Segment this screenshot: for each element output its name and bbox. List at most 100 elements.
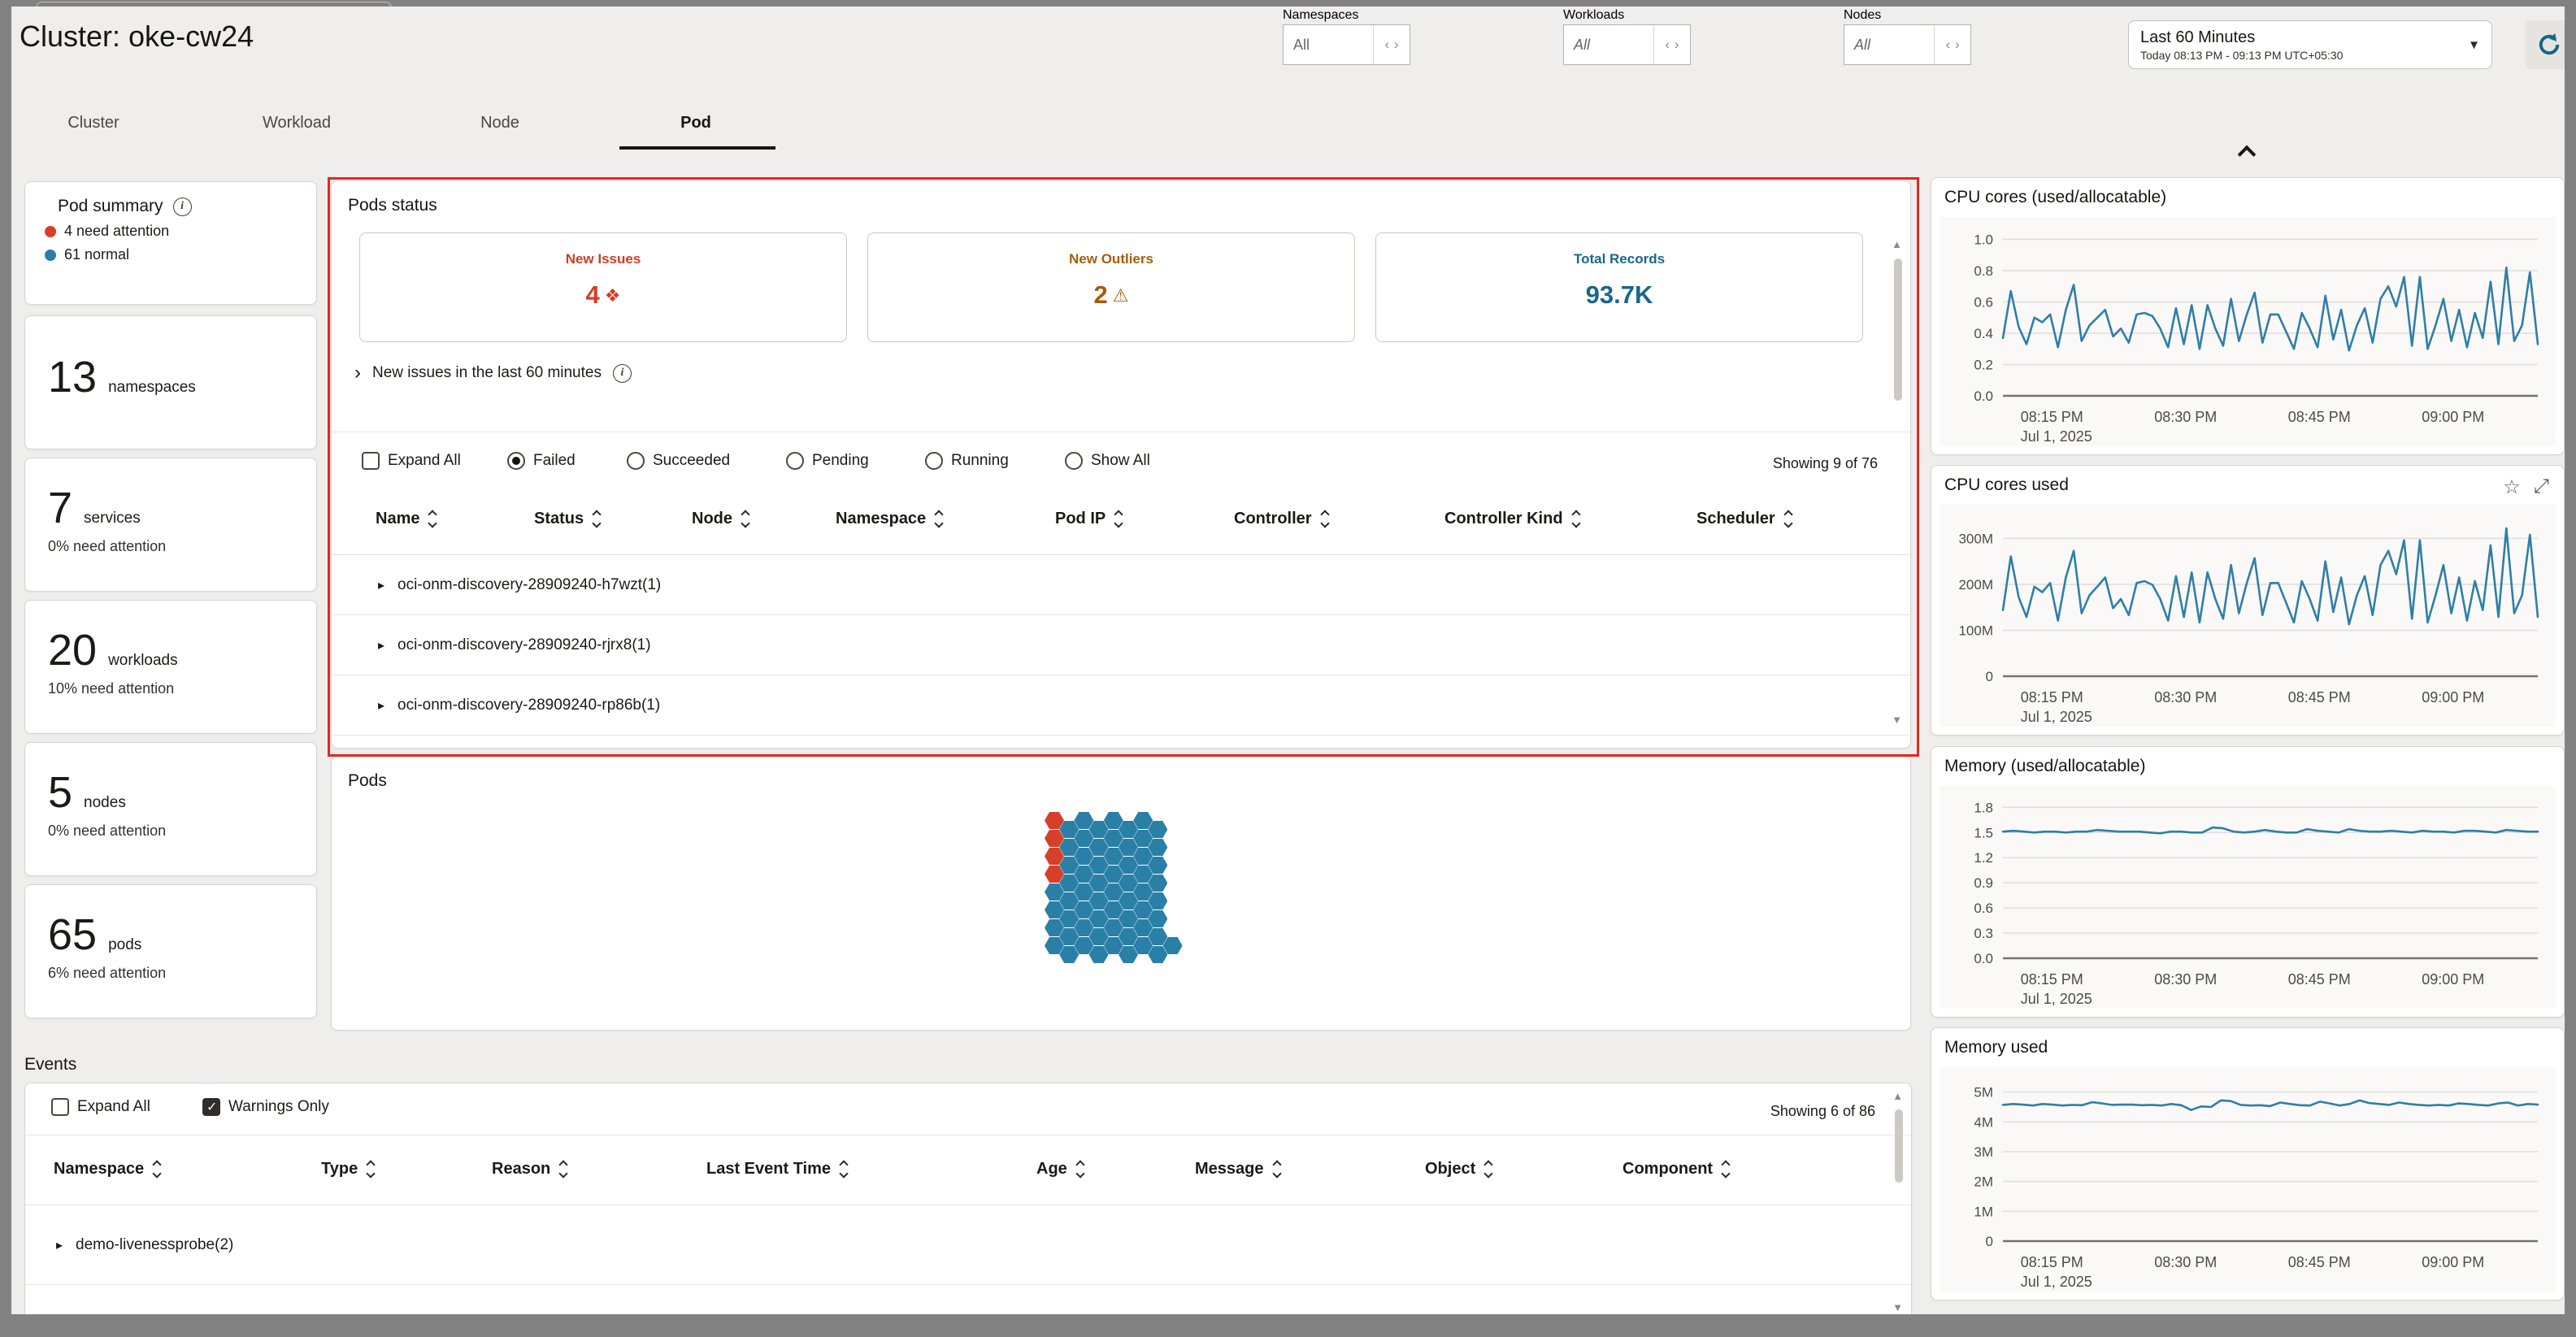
svg-text:0.6: 0.6 [1974,901,1993,916]
sort-icon [367,1161,374,1177]
radio-pending[interactable]: Pending [786,452,869,470]
radio-succeeded[interactable]: Succeeded [627,452,730,470]
col-node[interactable]: Node [692,510,749,528]
expand-caret-icon[interactable]: ▸ [56,1237,63,1253]
col-controller-kind[interactable]: Controller Kind [1444,510,1579,528]
pod-row-name: oci-onm-discovery-28909240-rjrx8(1) [397,636,651,654]
col-name[interactable]: Name [376,510,436,528]
pod-row[interactable]: ▸ oci-onm-discovery-28909240-rp86b(1) [332,675,1910,736]
workloads-filter-spinner[interactable]: ‹› [1653,25,1690,64]
pods-showing-count: Showing 9 of 76 [1773,455,1878,472]
nodes-count-card[interactable]: 5 nodes 0% need attention [24,742,317,876]
pods-honeycomb[interactable] [1045,812,1184,975]
scroll-up-icon[interactable]: ▲ [1892,1090,1903,1102]
new-issues-tile[interactable]: New Issues 4❖ [359,232,847,342]
chevron-left-icon[interactable]: ‹ [1665,37,1670,53]
new-issues-disclosure[interactable]: › New issues in the last 60 minutes i [354,362,632,384]
pod-row[interactable]: ▸ oci-onm-discovery-28909240-h7wzt(1) [332,555,1910,615]
col-type[interactable]: Type [321,1160,374,1179]
events-expand-all-checkbox[interactable]: Expand All [51,1098,150,1116]
namespaces-filter-value: All [1284,37,1373,54]
services-count-card[interactable]: 7 services 0% need attention [24,458,317,592]
nodes-filter[interactable]: All ‹› [1844,24,1971,65]
pod-summary-card[interactable]: Pod summary i 4 need attention 61 normal [24,181,317,305]
chevron-left-icon[interactable]: ‹ [1945,37,1950,53]
expand-chart-icon[interactable]: ⤢ [2534,475,2549,499]
info-icon[interactable]: i [613,364,632,383]
workloads-attention-sub: 10% need attention [48,680,316,697]
time-range-selector[interactable]: Last 60 Minutes Today 08:13 PM - 09:13 P… [2128,20,2492,69]
expand-all-checkbox[interactable]: Expand All [362,452,461,470]
col-status[interactable]: Status [534,510,600,528]
svg-text:08:45 PM: 08:45 PM [2288,971,2351,988]
new-outliers-tile[interactable]: New Outliers 2⚠ [867,232,1355,342]
warnings-only-checkbox[interactable]: Warnings Only [202,1098,329,1116]
tab-node[interactable]: Node [480,114,519,132]
col-pod-ip[interactable]: Pod IP [1055,510,1122,528]
chevron-left-icon[interactable]: ‹ [1384,37,1389,53]
sort-icon [429,511,436,527]
col-reason[interactable]: Reason [492,1160,567,1179]
tab-pod[interactable]: Pod [680,114,711,132]
page-title: Cluster: oke-cw24 [20,20,254,54]
scroll-down-icon[interactable]: ▼ [1892,1301,1903,1313]
pods-attention-sub: 6% need attention [48,965,316,982]
cpu-cores-used-chart: 300M200M100M008:15 PM08:30 PM08:45 PM09:… [1940,505,2556,727]
tab-workload[interactable]: Workload [263,114,331,132]
scrollbar-thumb[interactable] [1895,1109,1903,1183]
workloads-count-label: workloads [108,652,178,670]
col-namespace[interactable]: Namespace [836,510,942,528]
legend-item-normal: 61 normal [45,246,316,263]
event-row[interactable]: ▸ demo-scheduling(2) [25,1285,1911,1314]
total-records-tile[interactable]: Total Records 93.7K [1375,232,1863,342]
scroll-down-icon[interactable]: ▼ [1892,714,1902,726]
col-scheduler[interactable]: Scheduler [1696,510,1792,528]
pod-row[interactable]: ▸ oci-onm-discovery-28909240-rjrx8(1) [332,615,1910,675]
nodes-filter-value: All [1844,37,1934,54]
disclosure-label: New issues in the last 60 minutes [372,364,602,382]
col-message[interactable]: Message [1195,1160,1280,1179]
svg-text:08:15 PM: 08:15 PM [2021,409,2083,425]
app-window: Cluster: oke-cw24 Namespaces All ‹› Work… [11,7,2565,1314]
events-title: Events [24,1055,76,1074]
refresh-button[interactable] [2525,20,2565,69]
col-controller[interactable]: Controller [1234,510,1328,528]
events-table-header: Namespace Type Reason Last Event Time Ag… [25,1135,1911,1205]
col-age[interactable]: Age [1036,1160,1084,1179]
scrollbar-thumb[interactable] [1894,258,1902,401]
pods-count-card[interactable]: 65 pods 6% need attention [24,884,317,1018]
svg-text:0.2: 0.2 [1974,358,1993,373]
col-namespace[interactable]: Namespace [54,1160,160,1179]
expand-caret-icon[interactable]: ▸ [378,637,384,653]
col-object[interactable]: Object [1425,1160,1492,1179]
radio-running[interactable]: Running [925,452,1009,470]
chevron-right-icon[interactable]: › [1955,37,1960,53]
expand-caret-icon[interactable]: ▸ [378,577,384,593]
event-row[interactable]: ▸ demo-livenessprobe(2) [25,1205,1911,1285]
expand-caret-icon[interactable]: ▸ [378,697,384,714]
workloads-filter[interactable]: All ‹› [1563,24,1691,65]
tab-cluster[interactable]: Cluster [67,114,119,132]
radio-show-all[interactable]: Show All [1065,452,1150,470]
namespaces-count-card[interactable]: 13 namespaces [24,315,317,449]
chevron-right-icon[interactable]: › [354,362,361,384]
radio-failed[interactable]: Failed [507,452,576,470]
pods-status-title: Pods status [348,196,437,215]
chevron-right-icon[interactable]: › [1394,37,1399,53]
favorite-star-icon[interactable]: ☆ [2503,475,2521,499]
svg-text:4M: 4M [1974,1114,1993,1130]
new-issues-value: 4 [586,280,600,309]
chevron-right-icon[interactable]: › [1675,37,1679,53]
namespaces-filter[interactable]: All ‹› [1283,24,1410,65]
col-last-event-time[interactable]: Last Event Time [706,1160,847,1179]
collapse-charts-chevron[interactable] [2239,143,2255,159]
pods-count-label: pods [108,936,141,954]
svg-text:1.8: 1.8 [1974,800,1993,815]
scroll-up-icon[interactable]: ▲ [1892,238,1902,250]
namespaces-filter-spinner[interactable]: ‹› [1373,25,1410,64]
col-component[interactable]: Component [1622,1160,1729,1179]
nodes-filter-spinner[interactable]: ‹› [1934,25,1970,64]
info-icon[interactable]: i [173,198,192,216]
memory-used-chart-card: Memory used 5M4M3M2M1M008:15 PM08:30 PM0… [1931,1027,2565,1300]
workloads-count-card[interactable]: 20 workloads 10% need attention [24,600,317,734]
